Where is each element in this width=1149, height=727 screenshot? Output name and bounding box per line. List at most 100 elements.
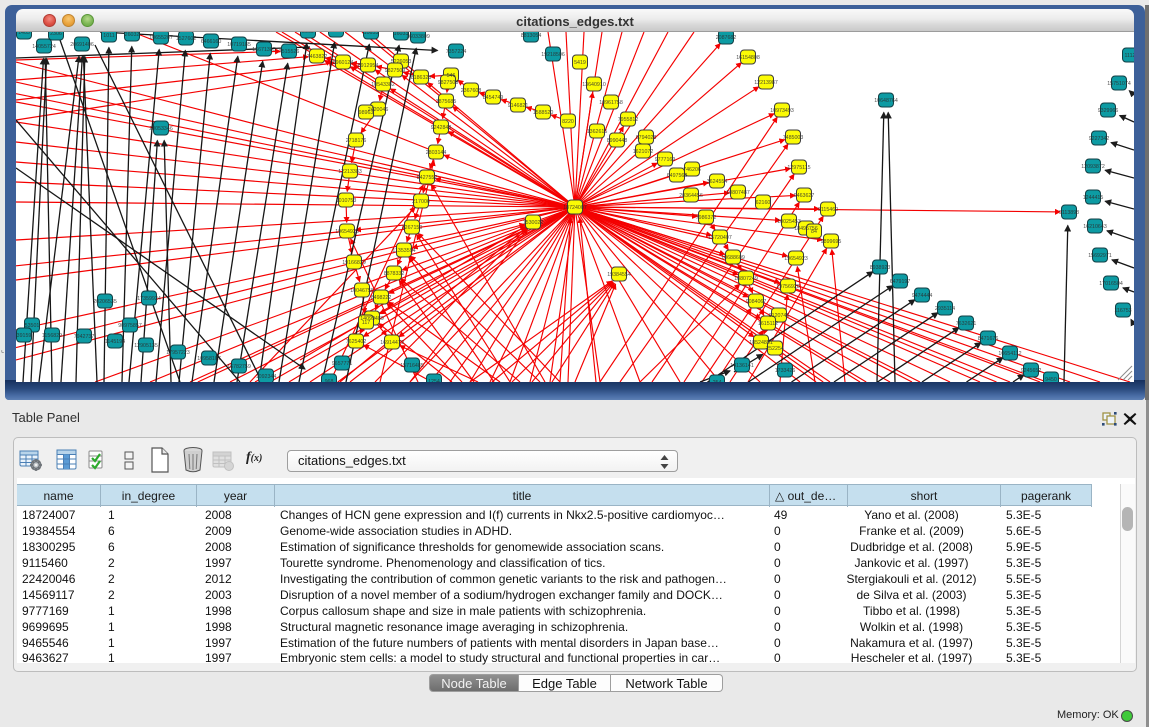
svg-text:9899695: 9899695 — [821, 239, 842, 245]
svg-text:16210643: 16210643 — [1083, 224, 1107, 230]
svg-text:6479197: 6479197 — [890, 279, 911, 285]
svg-text:8427552: 8427552 — [417, 175, 438, 181]
svg-text:1588520: 1588520 — [533, 110, 554, 116]
svg-text:1065: 1065 — [330, 32, 342, 34]
svg-text:5226053: 5226053 — [391, 59, 412, 65]
svg-text:20691406: 20691406 — [70, 42, 94, 48]
svg-text:11353594: 11353594 — [392, 248, 415, 254]
svg-text:254: 254 — [713, 380, 722, 382]
svg-text:1244415: 1244415 — [1083, 195, 1104, 201]
svg-text:15716485: 15716485 — [400, 363, 424, 369]
svg-text:9115460: 9115460 — [818, 207, 838, 213]
svg-text:8267150: 8267150 — [402, 225, 423, 231]
svg-text:546: 546 — [447, 73, 456, 79]
svg-text:1156829: 1156829 — [42, 333, 62, 339]
svg-text:62160: 62160 — [756, 200, 771, 206]
svg-text:5419: 5419 — [574, 60, 586, 66]
svg-text:8990448: 8990448 — [607, 138, 628, 144]
svg-text:9242848: 9242848 — [431, 125, 452, 131]
svg-text:18724007: 18724007 — [563, 205, 587, 211]
svg-text:90975857: 90975857 — [118, 323, 142, 329]
svg-text:1527602: 1527602 — [176, 36, 197, 42]
svg-text:7942737: 7942737 — [74, 334, 95, 340]
svg-text:17359924: 17359924 — [137, 296, 161, 302]
svg-text:9084067: 9084067 — [746, 299, 767, 305]
svg-text:7357224: 7357224 — [446, 49, 467, 55]
svg-text:9245652: 9245652 — [1021, 368, 1042, 374]
svg-text:14136141: 14136141 — [730, 363, 754, 369]
svg-text:9113898: 9113898 — [1059, 210, 1079, 216]
svg-text:12093872: 12093872 — [1081, 164, 1105, 170]
svg-text:10719185: 10719185 — [227, 42, 251, 48]
svg-text:2803144: 2803144 — [426, 150, 447, 156]
svg-text:10688609: 10688609 — [721, 255, 745, 261]
svg-text:17957223: 17957223 — [166, 350, 190, 356]
svg-text:1011: 1011 — [103, 33, 114, 39]
svg-text:84: 84 — [811, 229, 817, 235]
svg-text:8220: 8220 — [562, 119, 574, 125]
svg-text:9463627: 9463627 — [794, 193, 815, 199]
svg-text:15751074: 15751074 — [1107, 81, 1131, 87]
svg-text:8813054: 8813054 — [521, 33, 542, 39]
svg-text:7485003: 7485003 — [783, 135, 804, 141]
svg-text:14055724: 14055724 — [32, 44, 56, 50]
svg-text:8454749: 8454749 — [483, 95, 504, 101]
svg-text:20206535: 20206535 — [93, 299, 117, 305]
svg-text:8960124: 8960124 — [333, 60, 354, 66]
svg-text:10648764: 10648764 — [874, 98, 898, 104]
svg-text:19756928: 19756928 — [776, 284, 800, 290]
svg-text:53501: 53501 — [25, 323, 40, 329]
svg-text:116753: 116753 — [1114, 308, 1131, 314]
svg-text:19166829: 19166829 — [342, 260, 366, 266]
svg-text:12213987: 12213987 — [754, 80, 778, 86]
svg-text:10958107: 10958107 — [197, 356, 221, 362]
svg-text:7986372: 7986372 — [696, 215, 717, 221]
svg-text:15692971: 15692971 — [1088, 253, 1112, 259]
svg-text:9777169: 9777169 — [655, 157, 676, 163]
svg-text:10025453: 10025453 — [777, 219, 801, 225]
svg-text:16033809: 16033809 — [406, 34, 430, 40]
svg-text:2718176: 2718176 — [346, 138, 367, 144]
svg-text:10961758: 10961758 — [599, 100, 623, 106]
svg-text:6466160: 6466160 — [201, 39, 222, 45]
svg-text:968: 968 — [325, 379, 334, 382]
svg-text:8186328: 8186328 — [411, 75, 432, 81]
svg-text:10543382: 10543382 — [371, 82, 395, 88]
svg-text:8498222: 8498222 — [371, 295, 392, 301]
svg-text:10653: 10653 — [364, 32, 379, 36]
svg-text:16671385: 16671385 — [252, 47, 276, 53]
svg-text:6794028: 6794028 — [636, 135, 657, 141]
svg-text:20364456: 20364456 — [679, 193, 703, 199]
svg-text:7515526: 7515526 — [279, 49, 300, 55]
svg-text:117: 117 — [362, 320, 370, 326]
svg-text:19654923: 19654923 — [784, 256, 808, 262]
svg-text:9827509: 9827509 — [385, 68, 406, 74]
svg-text:12905135: 12905135 — [134, 343, 158, 349]
svg-text:20053346: 20053346 — [149, 126, 173, 132]
svg-text:3624554: 3624554 — [707, 179, 728, 185]
svg-text:1405: 1405 — [18, 32, 30, 36]
svg-text:7955812: 7955812 — [618, 117, 639, 123]
svg-text:16914479: 16914479 — [380, 340, 404, 346]
svg-text:1362615: 1362615 — [587, 129, 608, 135]
svg-text:17016504: 17016504 — [1099, 281, 1123, 287]
svg-text:8471676: 8471676 — [978, 336, 999, 342]
svg-text:13640910: 13640910 — [582, 82, 606, 88]
svg-text:1112: 1112 — [1125, 53, 1135, 59]
svg-text:10973493: 10973493 — [770, 108, 794, 114]
svg-text:9227342: 9227342 — [1089, 136, 1110, 142]
svg-text:15720407: 15720407 — [708, 235, 732, 241]
svg-text:2935114: 2935114 — [935, 306, 955, 312]
svg-text:18807249: 18807249 — [734, 276, 758, 282]
svg-text:19218506: 19218506 — [541, 52, 565, 58]
svg-text:7625402: 7625402 — [346, 339, 367, 345]
svg-text:7463822: 7463822 — [307, 54, 328, 60]
svg-text:9827508: 9827508 — [438, 80, 459, 86]
svg-text:19384554: 19384554 — [607, 272, 631, 278]
svg-text:3875685: 3875685 — [436, 99, 457, 105]
svg-text:12213383: 12213383 — [338, 169, 362, 175]
svg-text:8938923: 8938923 — [870, 265, 891, 271]
svg-text:2087682: 2087682 — [716, 35, 737, 41]
svg-text:7632621: 7632621 — [956, 321, 977, 327]
svg-text:98963: 98963 — [359, 110, 374, 116]
